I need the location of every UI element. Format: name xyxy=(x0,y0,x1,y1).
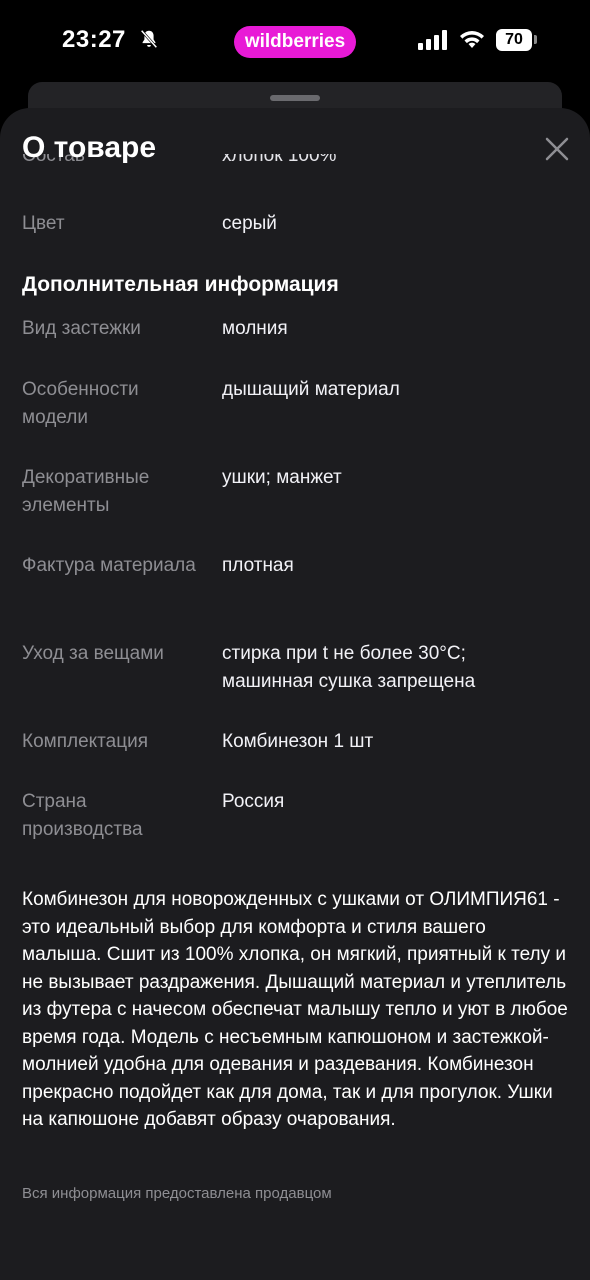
property-label: Особенности модели xyxy=(22,379,139,428)
section-title-additional: Дополнительная информация xyxy=(22,273,339,296)
property-value: Россия xyxy=(222,791,285,812)
property-value: стирка при t не более 30°C; машинная суш… xyxy=(222,643,476,692)
status-time: 23:27 xyxy=(62,26,126,53)
property-label: Страна производства xyxy=(22,791,143,840)
seller-info-note: Вся информация предоставлена продавцом xyxy=(22,1185,332,1202)
property-label: Уход за вещами xyxy=(22,643,164,664)
property-value: хлопок 100% xyxy=(222,154,337,166)
property-label: Декоративные элементы xyxy=(22,467,150,516)
close-icon[interactable] xyxy=(544,136,570,162)
property-label: Вид застежки xyxy=(22,318,141,339)
product-info-sheet: Состав хлопок 100% О товаре Цвет серый Д… xyxy=(0,108,590,1280)
screen: 23:27 wildberries 70 Состав хлопок 100% xyxy=(0,0,590,1280)
property-value: дышащий материал xyxy=(222,379,400,400)
property-label: Фактура материала xyxy=(22,555,196,576)
property-label: Комплектация xyxy=(22,731,149,752)
property-label-color: Цвет xyxy=(22,213,65,234)
wifi-icon xyxy=(460,31,484,48)
sheet-drag-handle[interactable] xyxy=(270,95,320,101)
property-value: плотная xyxy=(222,555,294,576)
sheet-title: О товаре xyxy=(22,131,157,164)
property-value-color: серый xyxy=(222,213,277,234)
property-value: ушки; манжет xyxy=(222,467,342,488)
status-bar: 23:27 wildberries 70 xyxy=(0,0,590,80)
brand-pill: wildberries xyxy=(234,26,356,58)
battery-cap xyxy=(534,35,537,44)
property-value: молния xyxy=(222,318,288,339)
product-description: Комбинезон для новорожденных с ушками от… xyxy=(22,889,568,1130)
battery-icon: 70 xyxy=(496,29,532,51)
signal-icon xyxy=(418,30,447,50)
bell-slash-icon xyxy=(140,29,158,49)
property-value: Комбинезон 1 шт xyxy=(222,731,374,752)
